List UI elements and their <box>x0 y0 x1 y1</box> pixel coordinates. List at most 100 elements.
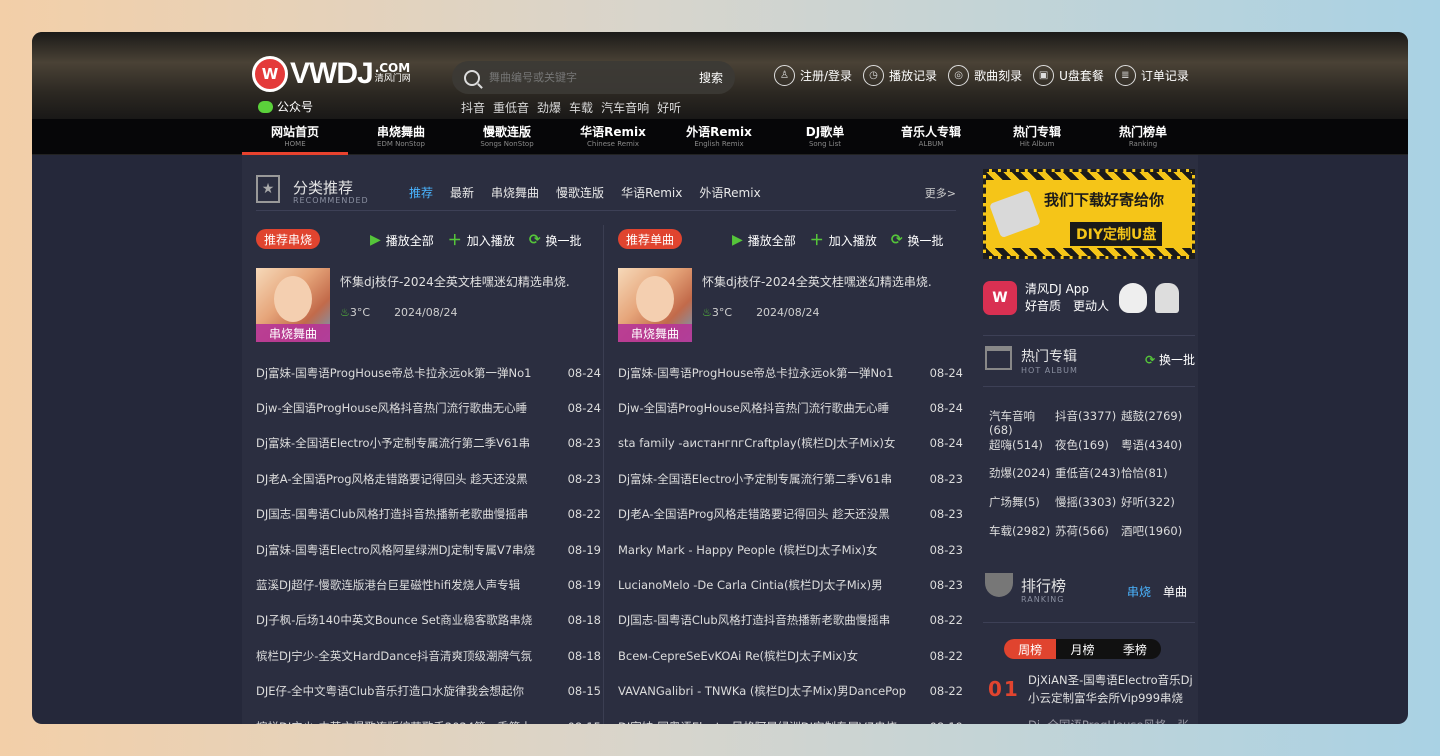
add-play-button[interactable]: ＋ 加入播放 <box>448 230 515 250</box>
featured-title[interactable]: 怀集dj枝仔-2024全英文桂嘿迷幻精选串烧. <box>340 273 570 290</box>
search-button[interactable]: 搜索 <box>699 69 723 86</box>
song-row[interactable]: 槟栏DJ宁少-全英文HardDance抖音清爽顶级潮牌气氛 08-18 <box>256 638 601 673</box>
song-title[interactable]: Dj富妹-国粤语ProgHouse帝总卡拉永远ok第一弹No1 <box>256 365 556 381</box>
top-link-3[interactable]: ▣ U盘套餐 <box>1033 65 1104 86</box>
play-all-button[interactable]: ▶ 播放全部 <box>370 230 434 250</box>
album-tag[interactable]: 慢摇(3303) <box>1055 495 1121 524</box>
hot-word[interactable]: 好听 <box>657 99 681 116</box>
album-tag[interactable]: 粤语(4340) <box>1121 438 1187 467</box>
search-input[interactable] <box>489 71 699 84</box>
album-tag[interactable]: 劲爆(2024) <box>989 466 1055 495</box>
category-tab[interactable]: 外语Remix <box>699 184 760 201</box>
song-title[interactable]: Dj富妹-国粤语Electro风格阿星绿洲DJ定制专属V7串烧 <box>256 542 556 558</box>
hot-word[interactable]: 劲爆 <box>537 99 561 116</box>
cover-image[interactable]: 串烧舞曲 <box>256 268 330 342</box>
ranking-item[interactable]: 01 DjXiAN圣-国粤语Electro音乐Dj小云定制富华会所Vip999串… <box>988 671 1194 711</box>
album-tag[interactable]: 抖音(3377) <box>1055 409 1121 438</box>
nav-item[interactable]: 外语Remix English Remix <box>666 119 772 155</box>
ranking-period-tab[interactable]: 季榜 <box>1109 639 1161 659</box>
song-row[interactable]: VAVANGalibri - TNWKa (槟栏DJ太子Mix)男DancePo… <box>618 674 963 709</box>
site-logo[interactable]: W VWDJ .COM 清风门网 <box>252 56 411 92</box>
song-title[interactable]: Dj富妹-全国语Electro小予定制专属流行第二季V61串 <box>256 435 556 451</box>
song-row[interactable]: Dj富妹-国粤语ProgHouse帝总卡拉永远ok第一弹No1 08-24 <box>256 355 601 390</box>
category-tab[interactable]: 最新 <box>450 184 474 201</box>
hot-word[interactable]: 抖音 <box>461 99 485 116</box>
song-title[interactable]: sta family -аистангпгCraftplay(槟栏DJ太子Mix… <box>618 435 918 451</box>
song-row[interactable]: Dj富妹-国粤语ProgHouse帝总卡拉永远ok第一弹No1 08-24 <box>618 355 963 390</box>
column-badge[interactable]: 推荐单曲 <box>618 229 682 249</box>
play-all-button[interactable]: ▶ 播放全部 <box>732 230 796 250</box>
album-tag[interactable]: 苏荷(566) <box>1055 524 1121 553</box>
song-row[interactable]: DJE仔-全中文粤语Club音乐打造口水旋律我会想起你 08-15 <box>256 674 601 709</box>
song-row[interactable]: LucianoMelo -De Carla Cintia(槟栏DJ太子Mix)男… <box>618 567 963 602</box>
song-row[interactable]: Djw-全国语ProgHouse风格抖音热门流行歌曲无心睡 08-24 <box>256 390 601 425</box>
nav-item[interactable]: 串烧舞曲 EDM NonStop <box>348 119 454 155</box>
category-tab[interactable]: 串烧舞曲 <box>491 184 539 201</box>
add-play-button[interactable]: ＋ 加入播放 <box>810 230 877 250</box>
album-tag[interactable]: 汽车音响(68) <box>989 409 1055 438</box>
song-title[interactable]: DJ国志-国粤语Club风格打造抖音热播新老歌曲慢摇串 <box>618 612 918 628</box>
category-tab[interactable]: 慢歌连版 <box>556 184 604 201</box>
ranking-type-tab[interactable]: 串烧 <box>1127 583 1151 600</box>
usb-banner[interactable]: 我们下载好寄给你 DIY定制U盘 <box>983 169 1195 259</box>
song-row[interactable]: Dj富妹-全国语Electro小予定制专属流行第二季V61串 08-23 <box>618 461 963 496</box>
song-title[interactable]: Всем-CepreSeEvKOAi Re(槟栏DJ太子Mix)女 <box>618 648 918 664</box>
android-icon[interactable] <box>1155 283 1180 313</box>
song-title[interactable]: DJ老A-全国语Prog风格走错路要记得回头 趁天还没黑 <box>256 471 556 487</box>
song-row[interactable]: DJ富妹-国粤语Electro风格阿星绿洲DJ定制专属V7串烧 08-19 <box>618 709 963 724</box>
album-tag[interactable]: 重低音(243) <box>1055 466 1121 495</box>
song-row[interactable]: Всем-CepreSeEvKOAi Re(槟栏DJ太子Mix)女 08-22 <box>618 638 963 673</box>
song-title[interactable]: DJE仔-全中文粤语Club音乐打造口水旋律我会想起你 <box>256 683 556 699</box>
song-title[interactable]: DJ子枫-后场140中英文Bounce Set商业稳客歌路串烧 <box>256 612 556 628</box>
song-title[interactable]: Dj富妹-全国语Electro小予定制专属流行第二季V61串 <box>618 471 918 487</box>
nav-item[interactable]: 网站首页 HOME <box>242 119 348 155</box>
song-title[interactable]: 蓝溪DJ超仔-慢歌连版港台巨星磁性hifi发烧人声专辑 <box>256 577 556 593</box>
ranking-period-tab[interactable]: 月榜 <box>1056 639 1108 659</box>
top-link-0[interactable]: ♙ 注册/登录 <box>774 65 852 86</box>
apple-icon[interactable] <box>1119 283 1148 313</box>
refresh-button[interactable]: ⟳ 换一批 <box>529 230 582 250</box>
category-tab[interactable]: 华语Remix <box>621 184 682 201</box>
hot-word[interactable]: 重低音 <box>493 99 529 116</box>
song-row[interactable]: 槟栏DJ宁少-中英文慢歌连版综艺歌手2024第一季第十 08-15 <box>256 709 601 724</box>
song-title[interactable]: 槟栏DJ宁少-中英文慢歌连版综艺歌手2024第一季第十 <box>256 719 556 724</box>
song-title[interactable]: Marky Mark - Happy People (槟栏DJ太子Mix)女 <box>618 542 918 558</box>
song-row[interactable]: Djw-全国语ProgHouse风格抖音热门流行歌曲无心睡 08-24 <box>618 390 963 425</box>
song-row[interactable]: Marky Mark - Happy People (槟栏DJ太子Mix)女 08… <box>618 532 963 567</box>
song-title[interactable]: LucianoMelo -De Carla Cintia(槟栏DJ太子Mix)男 <box>618 577 918 593</box>
song-row[interactable]: sta family -аистангпгCraftplay(槟栏DJ太子Mix… <box>618 426 963 461</box>
category-tab[interactable]: 推荐 <box>409 184 433 201</box>
album-tag[interactable]: 好听(322) <box>1121 495 1187 524</box>
featured-track[interactable]: 串烧舞曲 怀集dj枝仔-2024全英文桂嘿迷幻精选串烧. ♨3°C 2024/08/2… <box>618 268 963 342</box>
hot-word[interactable]: 车载 <box>569 99 593 116</box>
song-title[interactable]: 槟栏DJ宁少-全英文HardDance抖音清爽顶级潮牌气氛 <box>256 648 556 664</box>
top-link-1[interactable]: ◷ 播放记录 <box>863 65 937 86</box>
song-title[interactable]: DJ国志-国粤语Club风格打造抖音热播新老歌曲慢摇串 <box>256 506 556 522</box>
hot-word[interactable]: 汽车音响 <box>601 99 649 116</box>
song-row[interactable]: Dj富妹-国粤语Electro风格阿星绿洲DJ定制专属V7串烧 08-19 <box>256 532 601 567</box>
album-tag[interactable]: 超嗨(514) <box>989 438 1055 467</box>
song-title[interactable]: VAVANGalibri - TNWKa (槟栏DJ太子Mix)男DancePo… <box>618 683 918 699</box>
featured-track[interactable]: 串烧舞曲 怀集dj枝仔-2024全英文桂嘿迷幻精选串烧. ♨3°C 2024/08/2… <box>256 268 601 342</box>
featured-title[interactable]: 怀集dj枝仔-2024全英文桂嘿迷幻精选串烧. <box>702 273 932 290</box>
more-link[interactable]: 更多> <box>925 185 956 201</box>
nav-item[interactable]: 音乐人专辑 ALBUM <box>878 119 984 155</box>
refresh-button[interactable]: ⟳ 换一批 <box>891 230 944 250</box>
album-tag[interactable]: 恰恰(81) <box>1121 466 1187 495</box>
album-tag[interactable]: 越鼓(2769) <box>1121 409 1187 438</box>
ranking-period-tab[interactable]: 周榜 <box>1004 639 1057 659</box>
album-tag[interactable]: 酒吧(1960) <box>1121 524 1187 553</box>
nav-item[interactable]: 热门榜单 Ranking <box>1090 119 1196 155</box>
song-title[interactable]: Djw-全国语ProgHouse风格抖音热门流行歌曲无心睡 <box>256 400 556 416</box>
column-badge[interactable]: 推荐串烧 <box>256 229 320 249</box>
ranking-type-tab[interactable]: 单曲 <box>1163 583 1187 600</box>
nav-item[interactable]: 华语Remix Chinese Remix <box>560 119 666 155</box>
song-row[interactable]: DJ国志-国粤语Club风格打造抖音热播新老歌曲慢摇串 08-22 <box>618 603 963 638</box>
nav-item[interactable]: 慢歌连版 Songs NonStop <box>454 119 560 155</box>
nav-item[interactable]: 热门专辑 Hit Album <box>984 119 1090 155</box>
album-tag[interactable]: 广场舞(5) <box>989 495 1055 524</box>
song-row[interactable]: DJ子枫-后场140中英文Bounce Set商业稳客歌路串烧 08-18 <box>256 603 601 638</box>
song-row[interactable]: DJ国志-国粤语Club风格打造抖音热播新老歌曲慢摇串 08-22 <box>256 497 601 532</box>
song-title[interactable]: Dj富妹-国粤语ProgHouse帝总卡拉永远ok第一弹No1 <box>618 365 918 381</box>
nav-item[interactable]: DJ歌单 Song List <box>772 119 878 155</box>
